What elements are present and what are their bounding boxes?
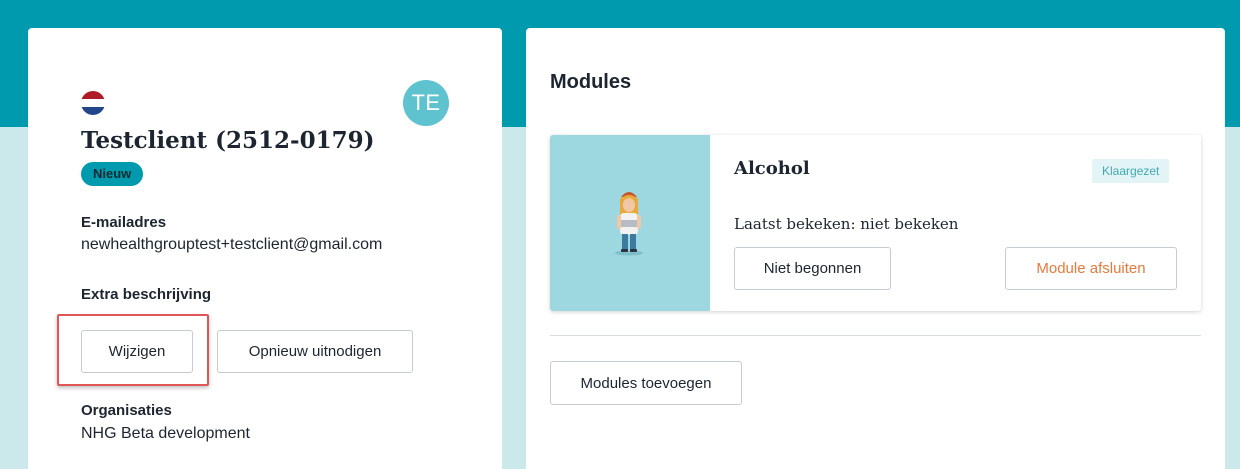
extra-description-label: Extra beschrijving	[81, 286, 212, 303]
client-name: Testclient (2512-0179)	[81, 127, 375, 154]
module-name: Alcohol	[734, 158, 810, 179]
organisations-value: NHG Beta development	[81, 425, 250, 442]
avatar: TE	[403, 80, 449, 126]
email-label: E-mailadres	[81, 214, 167, 231]
status-badge: Nieuw	[81, 162, 144, 186]
module-last-viewed: Laatst bekeken: niet bekeken	[734, 215, 959, 233]
netherlands-flag-icon	[81, 91, 105, 115]
modules-title: Modules	[550, 71, 632, 93]
edit-button[interactable]: Wijzigen	[81, 330, 193, 373]
module-illustration	[550, 135, 710, 311]
organisations-label: Organisaties	[81, 402, 172, 419]
module-status-badge: Klaargezet	[1092, 159, 1170, 183]
close-module-button[interactable]: Module afsluiten	[1005, 247, 1177, 290]
module-card-alcohol: Alcohol Klaargezet Laatst bekeken: niet …	[550, 135, 1201, 311]
person-illustration-icon	[615, 192, 643, 256]
module-progress-button[interactable]: Niet begonnen	[734, 247, 891, 290]
divider	[550, 335, 1201, 336]
reinvite-button[interactable]: Opnieuw uitnodigen	[217, 330, 413, 373]
client-card: TE Testclient (2512-0179) Nieuw E-mailad…	[28, 28, 502, 469]
modules-card: Modules Alcohol Klaargezet Laatst bekeke…	[526, 28, 1225, 469]
add-modules-button[interactable]: Modules toevoegen	[550, 361, 742, 405]
email-value: newhealthgrouptest+testclient@gmail.com	[81, 236, 383, 253]
